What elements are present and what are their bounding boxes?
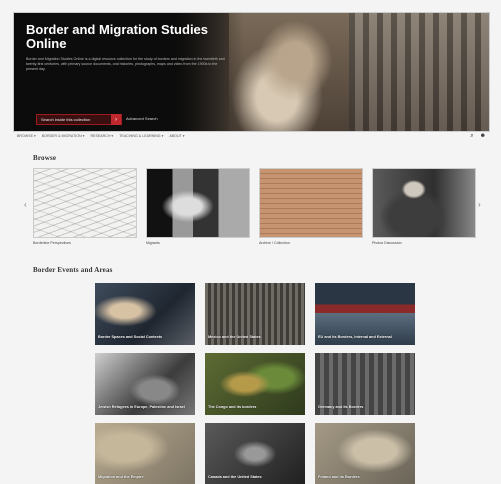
search-icon[interactable]: ⌕ — [470, 133, 473, 140]
hero-title: Border and Migration Studies Online — [26, 22, 209, 51]
browse-card-image — [33, 168, 137, 238]
browse-card-caption: Borderline Perspectives — [33, 241, 71, 245]
hero-photo-soldier — [229, 13, 349, 131]
browse-card-caption: Photos Discussion — [372, 241, 402, 245]
event-tile-label: Mexico and the United States — [208, 335, 261, 340]
main-nav: Browse ▾ Border & Migration ▾ Research ▾… — [13, 132, 490, 140]
browse-title: Browse — [33, 154, 57, 162]
advanced-search-link[interactable]: Advanced Search — [126, 116, 158, 121]
event-tile-label: Migration and the Empire — [98, 475, 144, 480]
user-icon[interactable]: ☻ — [480, 133, 486, 140]
nav-item-teaching[interactable]: Teaching & Learning ▾ — [119, 134, 163, 138]
browse-card[interactable]: Photos Discussion — [372, 168, 476, 245]
browse-card-image — [146, 168, 250, 238]
event-tile-label: Canada and the United States — [208, 475, 262, 480]
browse-card-caption: Migrants — [146, 241, 160, 245]
carousel-prev-icon[interactable]: ‹ — [24, 200, 27, 209]
event-tile[interactable]: Canada and the United States — [205, 423, 305, 484]
event-tile-label: Poland and its Borders — [318, 475, 360, 480]
event-tile[interactable]: Migration and the Empire — [95, 423, 195, 484]
nav-item-research[interactable]: Research ▾ — [90, 134, 113, 138]
events-title: Border Events and Areas — [33, 266, 113, 274]
event-tile-label: EU and its Borders, Internal and Externa… — [318, 335, 392, 340]
browse-card[interactable]: Borderline Perspectives — [33, 168, 137, 245]
event-tile-label: Jewish Refugees in Europe, Palestine and… — [98, 405, 185, 410]
browse-card-image — [372, 168, 476, 238]
search-collection-button[interactable]: Search inside this collection › — [36, 114, 122, 125]
event-tile[interactable]: Germany and its Borders — [315, 353, 415, 415]
nav-icons: ⌕ ☻ — [470, 133, 490, 140]
event-tile[interactable]: Mexico and the United States — [205, 283, 305, 345]
hero-photo-crowd — [349, 13, 489, 131]
event-tile[interactable]: The Congo and its borders — [205, 353, 305, 415]
nav-item-about[interactable]: About ▾ — [169, 134, 184, 138]
search-collection-label: Search inside this collection — [41, 117, 91, 122]
browse-card-caption: Archive / Collection — [259, 241, 290, 245]
event-tile-label: The Congo and its borders — [208, 405, 257, 410]
nav-item-border-migration[interactable]: Border & Migration ▾ — [42, 134, 85, 138]
event-tile[interactable]: EU and its Borders, Internal and Externa… — [315, 283, 415, 345]
hero-banner: Border and Migration Studies Online Bord… — [13, 12, 490, 132]
event-tile-label: Border Spaces and Social Contexts — [98, 335, 163, 340]
carousel-next-icon[interactable]: › — [478, 200, 481, 209]
event-tile[interactable]: Jewish Refugees in Europe, Palestine and… — [95, 353, 195, 415]
event-tile-label: Germany and its Borders — [318, 405, 364, 410]
browse-card[interactable]: Archive / Collection — [259, 168, 363, 245]
browse-card[interactable]: Migrants — [146, 168, 250, 245]
event-tile[interactable]: Border Spaces and Social Contexts — [95, 283, 195, 345]
browse-card-image — [259, 168, 363, 238]
browse-carousel: Borderline Perspectives Migrants Archive… — [33, 168, 476, 248]
nav-item-browse[interactable]: Browse ▾ — [17, 134, 36, 138]
event-tile[interactable]: Poland and its Borders — [315, 423, 415, 484]
hero-description: Border and Migration Studies Online is a… — [26, 57, 225, 71]
search-icon: › — [111, 114, 121, 125]
